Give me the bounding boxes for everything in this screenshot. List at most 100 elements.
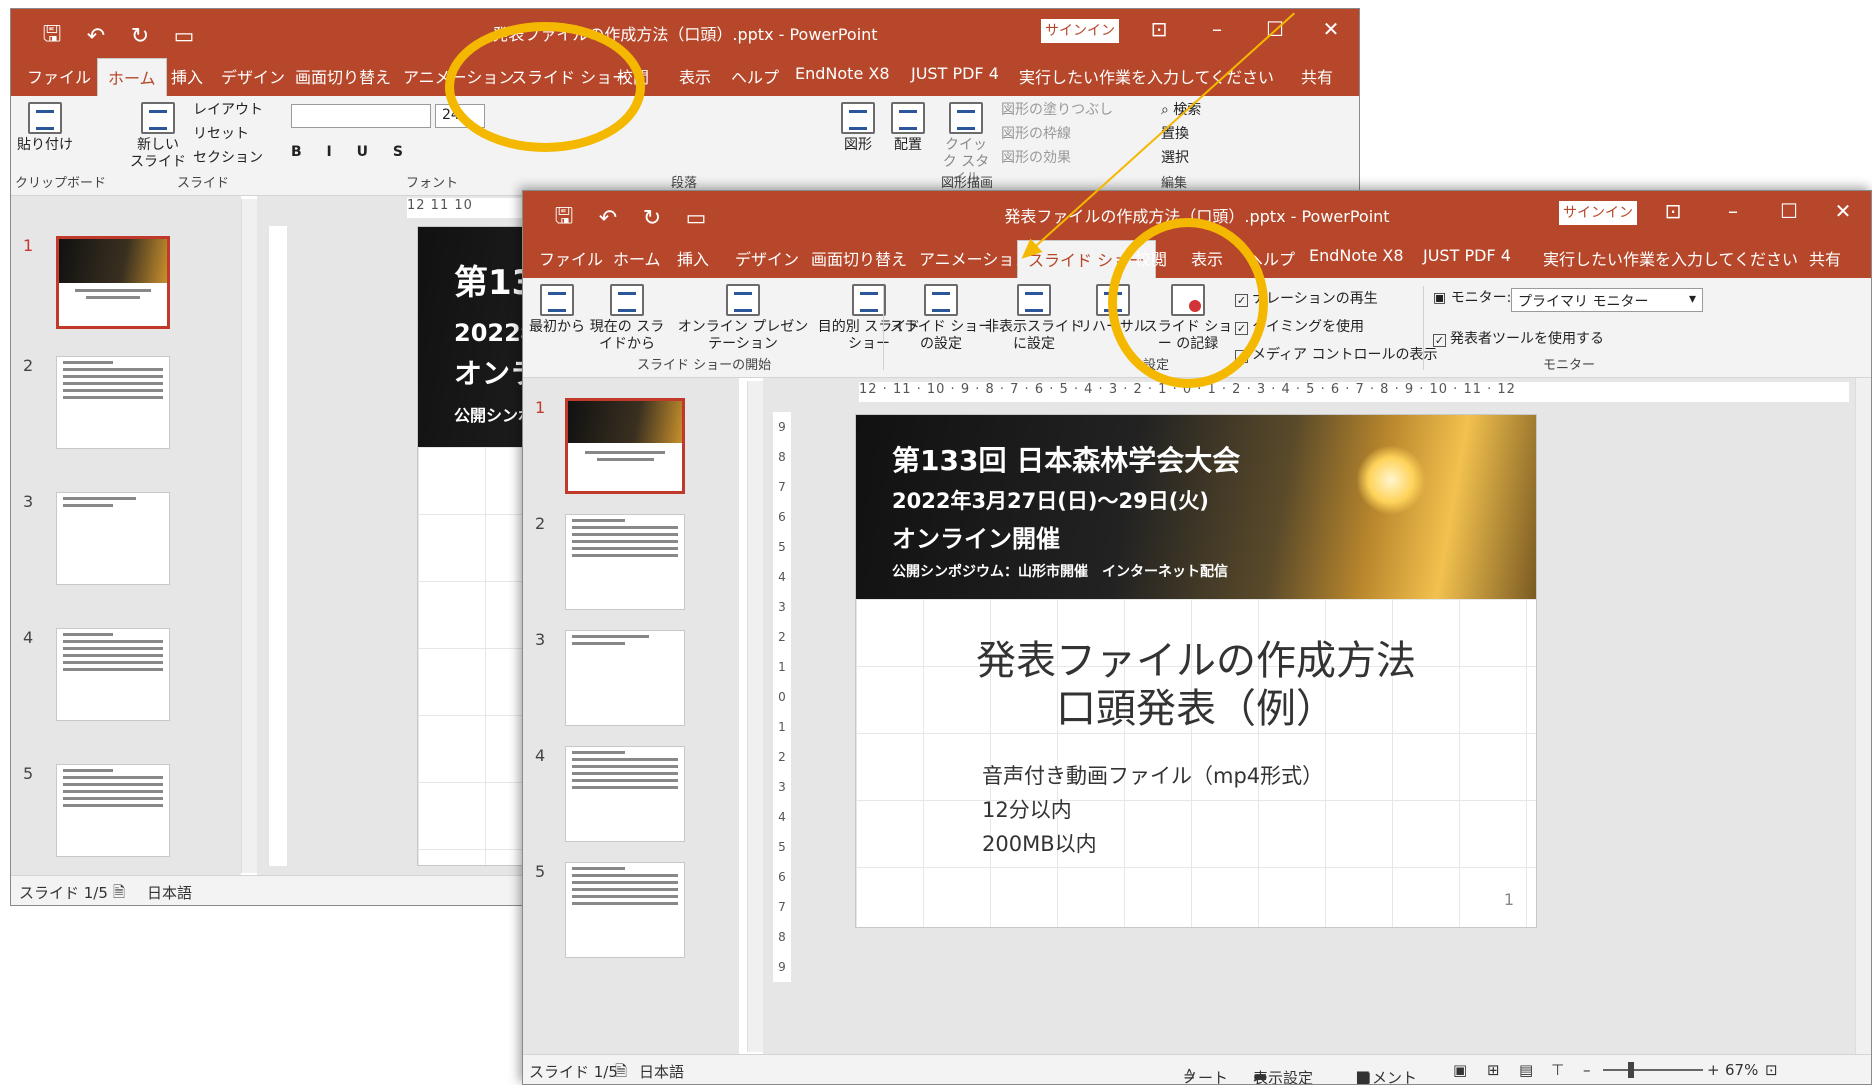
tab-animations[interactable]: アニメーション xyxy=(919,246,1030,270)
tab-justpdf[interactable]: JUST PDF 4 xyxy=(1423,246,1511,265)
ruler-tick: 6 xyxy=(778,870,786,884)
shape-outline-button[interactable]: 図形の枠線 xyxy=(1001,126,1071,143)
tab-help[interactable]: ヘルプ xyxy=(731,64,779,88)
close-icon[interactable]: ✕ xyxy=(1823,199,1863,223)
normal-view-icon[interactable]: ▣ xyxy=(1453,1061,1467,1079)
paste-button[interactable]: 貼り付け xyxy=(17,102,73,154)
minimize-icon[interactable]: – xyxy=(1713,199,1753,223)
slide-main[interactable]: 第133回 日本森林学会大会 2022年3月27日(日)～29日(火) オンライ… xyxy=(855,414,1537,928)
horizontal-ruler: 12 11 10 xyxy=(407,198,527,218)
setup-slideshow-button[interactable]: スライド ショー の設定 xyxy=(887,284,995,353)
presenter-view-checkbox[interactable]: ✓ 発表者ツールを使用する xyxy=(1433,328,1604,348)
ruler-tick: 0 xyxy=(778,690,786,704)
from-current-button[interactable]: 現在の スライドから xyxy=(585,284,669,353)
tab-transitions[interactable]: 画面切り替え xyxy=(811,246,907,270)
new-slide-icon xyxy=(141,102,175,134)
select-button[interactable]: 選択 xyxy=(1161,150,1189,167)
thumbnail-pane[interactable]: 1 2 3 4 5 xyxy=(11,196,241,875)
new-slide-button[interactable]: 新しい スライド xyxy=(129,102,187,171)
reset-button[interactable]: リセット xyxy=(193,126,249,143)
group-paragraph: 段落 xyxy=(671,176,698,191)
online-presentation-button[interactable]: オンライン プレゼンテーション xyxy=(673,284,813,353)
share-button[interactable]: 共有 xyxy=(1809,246,1841,270)
show-media-controls-checkbox[interactable]: ✓ メディア コントロールの表示 xyxy=(1235,344,1437,364)
body-line: 12分以内 xyxy=(982,798,1072,822)
tab-endnote[interactable]: EndNote X8 xyxy=(795,64,890,83)
slide-thumbnail-1[interactable] xyxy=(56,236,170,329)
layout-button[interactable]: レイアウト xyxy=(193,102,263,119)
language-indicator[interactable]: 日本語 xyxy=(147,882,192,903)
shape-effects-button[interactable]: 図形の効果 xyxy=(1001,150,1071,167)
slide-thumbnail-3[interactable] xyxy=(56,492,170,585)
shape-button[interactable]: 図形 xyxy=(841,102,875,154)
slide-title[interactable]: 発表ファイルの作成方法 口頭発表（例） xyxy=(856,637,1536,733)
ruler-tick: 1 xyxy=(778,720,786,734)
monitor-label: ▣ モニター: xyxy=(1433,290,1512,306)
font-format-buttons[interactable]: B I U S xyxy=(291,144,413,161)
reading-view-icon[interactable]: ▤ xyxy=(1519,1061,1533,1079)
shape-fill-button[interactable]: 図形の塗りつぶし xyxy=(1001,102,1113,119)
tab-insert[interactable]: 挿入 xyxy=(171,64,203,88)
tab-transitions[interactable]: 画面切り替え xyxy=(295,64,391,88)
signin-button[interactable]: サインイン xyxy=(1041,19,1119,43)
slide-body[interactable]: 音声付き動画ファイル（mp4形式） 12分以内 200MB以内 xyxy=(982,759,1323,861)
maximize-icon[interactable]: ☐ xyxy=(1769,199,1809,223)
monitor-dropdown[interactable]: プライマリ モニター ▾ xyxy=(1511,288,1703,312)
slide-thumbnail-3[interactable] xyxy=(565,630,685,726)
ruler-tick: 4 xyxy=(778,810,786,824)
slide-thumbnail-4[interactable] xyxy=(56,628,170,721)
tab-file[interactable]: ファイル xyxy=(27,64,91,88)
tell-me-search[interactable]: 実行したい作業を入力してください xyxy=(1019,64,1274,88)
slide-sorter-icon[interactable]: ⊞ xyxy=(1487,1061,1500,1079)
tab-file[interactable]: ファイル xyxy=(539,246,603,270)
language-indicator[interactable]: 日本語 xyxy=(639,1061,684,1082)
slide-thumbnail-2[interactable] xyxy=(56,356,170,449)
slide-thumbnail-5[interactable] xyxy=(56,764,170,857)
ribbon-display-icon[interactable]: ⊡ xyxy=(1139,17,1179,41)
zoom-slider-thumb[interactable] xyxy=(1628,1062,1634,1078)
group-clipboard: クリップボード xyxy=(15,176,107,191)
thumbnail-scrollbar[interactable] xyxy=(241,199,257,873)
tab-insert[interactable]: 挿入 xyxy=(677,246,709,270)
minimize-icon[interactable]: – xyxy=(1197,17,1237,41)
hide-slide-button[interactable]: 非表示スライド に設定 xyxy=(981,284,1087,353)
tell-me-search[interactable]: 実行したい作業を入力してください xyxy=(1543,246,1798,270)
slide-thumbnail-4[interactable] xyxy=(565,746,685,842)
canvas-scrollbar[interactable] xyxy=(1855,378,1871,1054)
section-button[interactable]: セクション xyxy=(193,150,263,167)
ruler-tick: 7 xyxy=(778,480,786,494)
arrange-button[interactable]: 配置 xyxy=(891,102,925,154)
ribbon-display-icon[interactable]: ⊡ xyxy=(1653,199,1693,223)
thumbnail-pane[interactable]: 1 2 3 4 5 xyxy=(523,378,739,1054)
tab-justpdf[interactable]: JUST PDF 4 xyxy=(911,64,999,83)
close-icon[interactable]: ✕ xyxy=(1311,17,1351,41)
zoom-in-icon[interactable]: + xyxy=(1707,1061,1720,1079)
tab-design[interactable]: デザイン xyxy=(221,64,285,88)
group-monitor: モニター xyxy=(1543,358,1596,373)
slide-thumbnail-2[interactable] xyxy=(565,514,685,610)
tab-home[interactable]: ホーム xyxy=(97,58,167,99)
tab-view[interactable]: 表示 xyxy=(679,64,711,88)
slide-canvas: 12 · 11 · 10 · 9 · 8 · 7 · 6 · 5 · 4 · 3… xyxy=(763,378,1871,1054)
search-icon: ⌕ xyxy=(1161,102,1174,118)
slideshow-view-icon[interactable]: ⊤ xyxy=(1551,1061,1564,1079)
zoom-out-icon[interactable]: – xyxy=(1583,1061,1591,1079)
thumbnail-scrollbar[interactable] xyxy=(747,381,763,1052)
slide-thumbnail-1[interactable] xyxy=(565,398,685,494)
zoom-slider[interactable] xyxy=(1603,1069,1703,1071)
tab-endnote[interactable]: EndNote X8 xyxy=(1309,246,1404,265)
quick-style-icon xyxy=(949,102,983,134)
tab-home[interactable]: ホーム xyxy=(613,246,661,270)
notes-icon[interactable]: 🗎 xyxy=(113,882,125,905)
zoom-level[interactable]: 67% xyxy=(1725,1061,1758,1079)
font-name-dropdown[interactable] xyxy=(291,104,431,128)
slide-thumbnail-5[interactable] xyxy=(565,862,685,958)
from-beginning-button[interactable]: 最初から xyxy=(529,284,585,336)
signin-button[interactable]: サインイン xyxy=(1559,201,1637,225)
highlight-circle-slideshow-tab xyxy=(445,22,645,152)
notes-icon[interactable]: 🗎 xyxy=(615,1061,627,1084)
slide-title-line1: 発表ファイルの作成方法 xyxy=(976,638,1416,684)
share-button[interactable]: 共有 xyxy=(1301,64,1333,88)
fit-slide-icon[interactable]: ⊡ xyxy=(1765,1061,1778,1079)
tab-design[interactable]: デザイン xyxy=(735,246,799,270)
